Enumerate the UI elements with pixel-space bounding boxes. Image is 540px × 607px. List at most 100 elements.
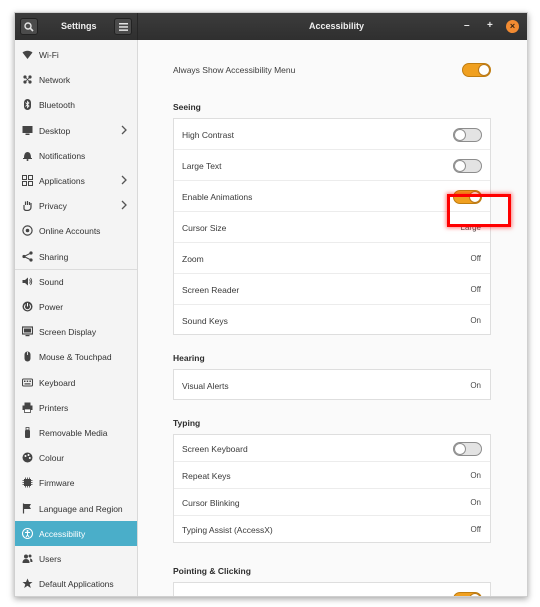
sidebar-item-privacy[interactable]: Privacy [15, 193, 137, 218]
sidebar-item-colour[interactable]: Colour [15, 445, 137, 470]
sidebar-item-label: Language and Region [39, 503, 123, 514]
sidebar-item-keyboard[interactable]: Keyboard [15, 370, 137, 395]
sidebar-item-label: Colour [39, 453, 65, 464]
display-icon [22, 326, 33, 337]
sidebar-item-firmware[interactable]: Firmware [15, 470, 137, 495]
always-show-menu-switch[interactable] [462, 63, 491, 77]
sidebar-item-label: Network [39, 75, 71, 86]
highlight-box [447, 194, 511, 227]
visual-alerts-value: On [470, 380, 481, 390]
sidebar-item-label: Mouse & Touchpad [39, 352, 112, 363]
zoom-label: Zoom [182, 253, 204, 264]
sidebar-item-network[interactable]: Network [15, 67, 137, 92]
chevron-right-icon [121, 125, 127, 135]
sidebar-item-language-and-region[interactable]: Language and Region [15, 496, 137, 521]
sidebar-item-label: Screen Display [39, 327, 97, 338]
high-contrast-row: High Contrast [174, 119, 490, 150]
sound-keys-value: On [470, 315, 481, 325]
bell-icon [23, 151, 32, 161]
hamburger-menu-icon [118, 22, 128, 31]
share-icon [22, 250, 33, 262]
sidebar-item-wi-fi[interactable]: Wi-Fi [15, 42, 137, 67]
hearing-list: Visual Alerts On [173, 369, 491, 400]
search-icon [24, 21, 34, 32]
sidebar-item-label: Printers [39, 402, 69, 413]
sidebar: Wi-Fi Network Bluetooth Desktop Notification… [15, 40, 138, 596]
sidebar-title: Settings [61, 21, 97, 31]
sidebar-item-screen-display[interactable]: Screen Display [15, 319, 137, 344]
section-title-hearing: Hearing [173, 353, 205, 363]
sidebar-item-label: Keyboard [39, 377, 76, 388]
maximize-button[interactable]: + [487, 21, 493, 31]
enable-animations-label: Enable Animations [182, 191, 253, 202]
settings-window: Settings Accessibility – + × Wi-Fi Networ… [14, 12, 528, 597]
flag-icon [22, 503, 31, 514]
sidebar-item-bluetooth[interactable]: Bluetooth [15, 92, 137, 117]
visual-alerts-row[interactable]: Visual Alerts On [174, 370, 490, 401]
sidebar-item-desktop[interactable]: Desktop [15, 118, 137, 143]
screen-keyboard-label: Screen Keyboard [182, 443, 248, 454]
typing-assist-accessx-row[interactable]: Typing Assist (AccessX) Off [174, 516, 490, 543]
sound-keys-row[interactable]: Sound Keys On [174, 305, 490, 336]
sidebar-item-label: Firmware [39, 478, 75, 489]
usb-drive-icon [25, 427, 30, 438]
section-title-seeing: Seeing [173, 102, 201, 112]
sidebar-item-removable-media[interactable]: Removable Media [15, 420, 137, 445]
window-title: Accessibility [309, 21, 365, 31]
repeat-keys-row[interactable]: Repeat Keys On [174, 462, 490, 489]
sidebar-item-label: Default Applications [39, 579, 114, 590]
high-contrast-label: High Contrast [182, 129, 234, 140]
sidebar-item-users[interactable]: Users [15, 546, 137, 571]
sidebar-item-accessibility[interactable]: Accessibility [15, 520, 137, 546]
enable-animations-row: Enable Animations [174, 181, 490, 212]
sidebar-item-notifications[interactable]: Notifications [15, 143, 137, 168]
sidebar-item-online-accounts[interactable]: Online Accounts [15, 218, 137, 243]
keyboard-icon [22, 378, 33, 387]
minimize-button[interactable]: – [464, 21, 470, 31]
sidebar-item-default-applications[interactable]: Default Applications [15, 571, 137, 596]
sidebar-item-label: Sound [39, 276, 64, 287]
cursor-blinking-label: Cursor Blinking [182, 497, 240, 508]
typing-list: Screen Keyboard Repeat Keys On Cursor Blink… [173, 434, 491, 543]
section-title-pointing: Pointing & Clicking [173, 566, 251, 576]
accessibility-panel: Always Show Accessibility Menu Seeing Hi… [138, 40, 527, 596]
accessibility-icon [22, 527, 33, 539]
large-text-label: Large Text [182, 160, 222, 171]
menu-button[interactable] [114, 18, 132, 35]
pointing-list: Mouse Keys [173, 582, 491, 596]
large-text-switch[interactable] [453, 158, 482, 173]
sidebar-item-power[interactable]: Power [15, 294, 137, 319]
high-contrast-switch[interactable] [453, 127, 482, 142]
mouse-keys-row: Mouse Keys [174, 583, 490, 596]
screen-keyboard-row: Screen Keyboard [174, 435, 490, 462]
users-icon [22, 554, 33, 563]
mouse-keys-switch[interactable] [453, 591, 482, 596]
close-button[interactable]: × [506, 20, 519, 33]
repeat-keys-value: On [470, 470, 481, 480]
sidebar-item-applications[interactable]: Applications [15, 168, 137, 193]
sidebar-item-sharing[interactable]: Sharing [15, 244, 137, 269]
cursor-blinking-row[interactable]: Cursor Blinking On [174, 489, 490, 516]
colour-palette-icon [22, 452, 33, 463]
visual-alerts-label: Visual Alerts [182, 380, 229, 391]
sidebar-item-label: Online Accounts [39, 226, 101, 237]
header-bar: Settings Accessibility – + × [15, 13, 527, 40]
cursor-size-row[interactable]: Cursor Size Large [174, 212, 490, 243]
switch-knob [469, 592, 481, 596]
screen-keyboard-switch[interactable] [453, 441, 482, 456]
printer-icon [22, 402, 33, 413]
typing-assist-accessx-label: Typing Assist (AccessX) [182, 524, 273, 535]
sidebar-item-label: Bluetooth [39, 100, 75, 111]
search-button[interactable] [20, 18, 38, 35]
always-show-menu-row: Always Show Accessibility Menu [173, 60, 491, 80]
bluetooth-icon [24, 99, 31, 111]
sidebar-header: Settings [15, 13, 138, 40]
screen-reader-row[interactable]: Screen Reader Off [174, 274, 490, 305]
repeat-keys-label: Repeat Keys [182, 470, 231, 481]
sidebar-item-mouse-touchpad[interactable]: Mouse & Touchpad [15, 344, 137, 369]
typing-assist-accessx-value: Off [470, 524, 481, 534]
wifi-icon [22, 50, 33, 59]
sidebar-item-sound[interactable]: Sound [15, 269, 137, 294]
zoom-row[interactable]: Zoom Off [174, 243, 490, 274]
sidebar-item-printers[interactable]: Printers [15, 395, 137, 420]
